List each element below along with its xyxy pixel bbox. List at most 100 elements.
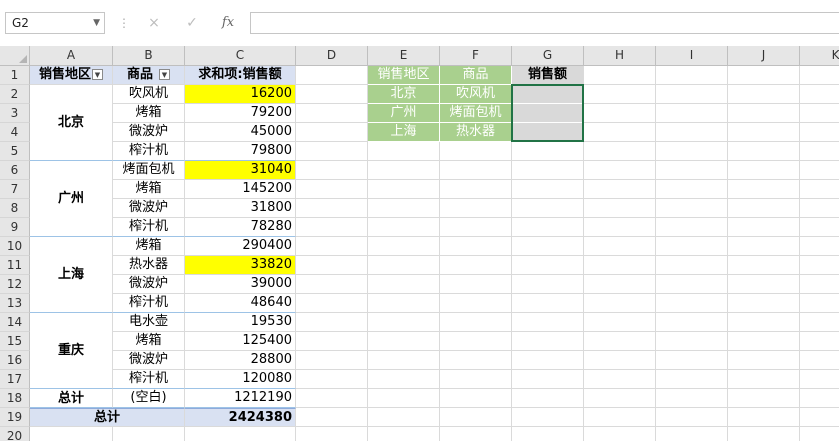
pivot-product-cell[interactable]: 烤箱 [113, 237, 185, 256]
row-header-11[interactable]: 11 [0, 256, 30, 275]
grid-cell[interactable] [728, 427, 800, 441]
row-header-6[interactable]: 6 [0, 161, 30, 180]
grid-cell[interactable] [368, 427, 440, 441]
grid-cell[interactable] [296, 123, 368, 142]
pivot-product-cell[interactable]: 烤箱 [113, 180, 185, 199]
row-header-16[interactable]: 16 [0, 351, 30, 370]
grid-cell[interactable] [512, 218, 584, 237]
grid-cell[interactable] [800, 85, 839, 104]
pivot-region-cell[interactable]: 重庆 [30, 313, 113, 389]
grid-cell[interactable] [440, 351, 512, 370]
pivot-product-cell[interactable]: 微波炉 [113, 351, 185, 370]
row-header-10[interactable]: 10 [0, 237, 30, 256]
grid-cell[interactable] [656, 275, 728, 294]
grid-cell[interactable] [656, 180, 728, 199]
row-header-17[interactable]: 17 [0, 370, 30, 389]
grid-cell[interactable] [512, 370, 584, 389]
grid-cell[interactable] [296, 389, 368, 408]
grid-cell[interactable] [728, 256, 800, 275]
grid-cell[interactable] [728, 294, 800, 313]
grid-cell[interactable] [296, 218, 368, 237]
grid-cell[interactable] [440, 275, 512, 294]
grid-cell[interactable] [656, 408, 728, 427]
grid-cell[interactable] [185, 427, 296, 441]
pivot-product-cell[interactable]: 热水器 [113, 256, 185, 275]
lookup-header-sales[interactable]: 销售额 [512, 66, 584, 85]
grid-cell[interactable] [800, 66, 839, 85]
column-header-j[interactable]: J [728, 46, 800, 66]
grid-cell[interactable] [440, 313, 512, 332]
grid-cell[interactable] [512, 294, 584, 313]
grid-cell[interactable] [440, 199, 512, 218]
filter-dropdown-icon[interactable]: ▼ [92, 69, 103, 80]
grid-cell[interactable] [800, 294, 839, 313]
grid-cell[interactable] [440, 161, 512, 180]
grid-cell[interactable] [584, 237, 656, 256]
grid-cell[interactable] [368, 332, 440, 351]
pivot-product-cell[interactable]: 榨汁机 [113, 218, 185, 237]
pivot-value-cell[interactable]: 125400 [185, 332, 296, 351]
pivot-value-cell[interactable]: 79800 [185, 142, 296, 161]
grid-cell[interactable] [296, 104, 368, 123]
grid-cell[interactable] [728, 104, 800, 123]
column-header-a[interactable]: A [30, 46, 113, 66]
grid-cell[interactable] [512, 332, 584, 351]
pivot-product-cell[interactable]: 微波炉 [113, 123, 185, 142]
grid-cell[interactable] [368, 389, 440, 408]
grid-cell[interactable] [656, 332, 728, 351]
row-header-2[interactable]: 2 [0, 85, 30, 104]
grid-cell[interactable] [512, 142, 584, 161]
column-header-k[interactable]: K [800, 46, 839, 66]
grid-cell[interactable] [584, 427, 656, 441]
pivot-value-cell[interactable]: 16200 [185, 85, 296, 104]
grid-cell[interactable] [656, 199, 728, 218]
grid-cell[interactable] [656, 142, 728, 161]
insert-function-icon[interactable]: fx [216, 12, 240, 34]
grid-cell[interactable] [584, 294, 656, 313]
row-header-20[interactable]: 20 [0, 427, 30, 441]
row-header-3[interactable]: 3 [0, 104, 30, 123]
lookup-region-cell[interactable]: 北京 [368, 85, 440, 104]
grid-cell[interactable] [440, 408, 512, 427]
grid-cell[interactable] [656, 123, 728, 142]
grid-cell[interactable] [368, 370, 440, 389]
grid-cell[interactable] [728, 237, 800, 256]
grid-cell[interactable] [584, 66, 656, 85]
grid-cell[interactable] [584, 142, 656, 161]
grid-cell[interactable] [584, 123, 656, 142]
lookup-region-cell[interactable]: 广州 [368, 104, 440, 123]
grid-cell[interactable] [656, 104, 728, 123]
pivot-header-product[interactable]: 商品 ▼ [113, 66, 185, 85]
grid-cell[interactable] [728, 351, 800, 370]
lookup-header-product[interactable]: 商品 [440, 66, 512, 85]
grid-cell[interactable] [368, 218, 440, 237]
grid-cell[interactable] [30, 427, 113, 441]
grid-cell[interactable] [296, 313, 368, 332]
grid-cell[interactable] [296, 294, 368, 313]
grid-cell[interactable] [113, 427, 185, 441]
pivot-region-cell[interactable]: 总计 [30, 389, 113, 408]
grid-cell[interactable] [512, 427, 584, 441]
grid-cell[interactable] [296, 66, 368, 85]
grid-cell[interactable] [368, 180, 440, 199]
grand-total-value[interactable]: 2424380 [185, 408, 296, 427]
grid-cell[interactable] [296, 351, 368, 370]
grid-cell[interactable] [584, 408, 656, 427]
grid-cell[interactable] [440, 237, 512, 256]
grid-cell[interactable] [800, 389, 839, 408]
grid-cell[interactable] [800, 332, 839, 351]
grid-cell[interactable] [368, 142, 440, 161]
grid-cell[interactable] [656, 351, 728, 370]
grid-cell[interactable] [296, 237, 368, 256]
grid-cell[interactable] [728, 180, 800, 199]
pivot-value-cell[interactable]: 1212190 [185, 389, 296, 408]
grid-cell[interactable] [368, 237, 440, 256]
row-header-19[interactable]: 19 [0, 408, 30, 427]
column-header-f[interactable]: F [440, 46, 512, 66]
lookup-header-region[interactable]: 销售地区 [368, 66, 440, 85]
grid-cell[interactable] [656, 66, 728, 85]
grid-cell[interactable] [728, 370, 800, 389]
grid-cell[interactable] [800, 161, 839, 180]
name-box[interactable]: G2 ▼ [5, 12, 105, 34]
grid-cell[interactable] [296, 161, 368, 180]
